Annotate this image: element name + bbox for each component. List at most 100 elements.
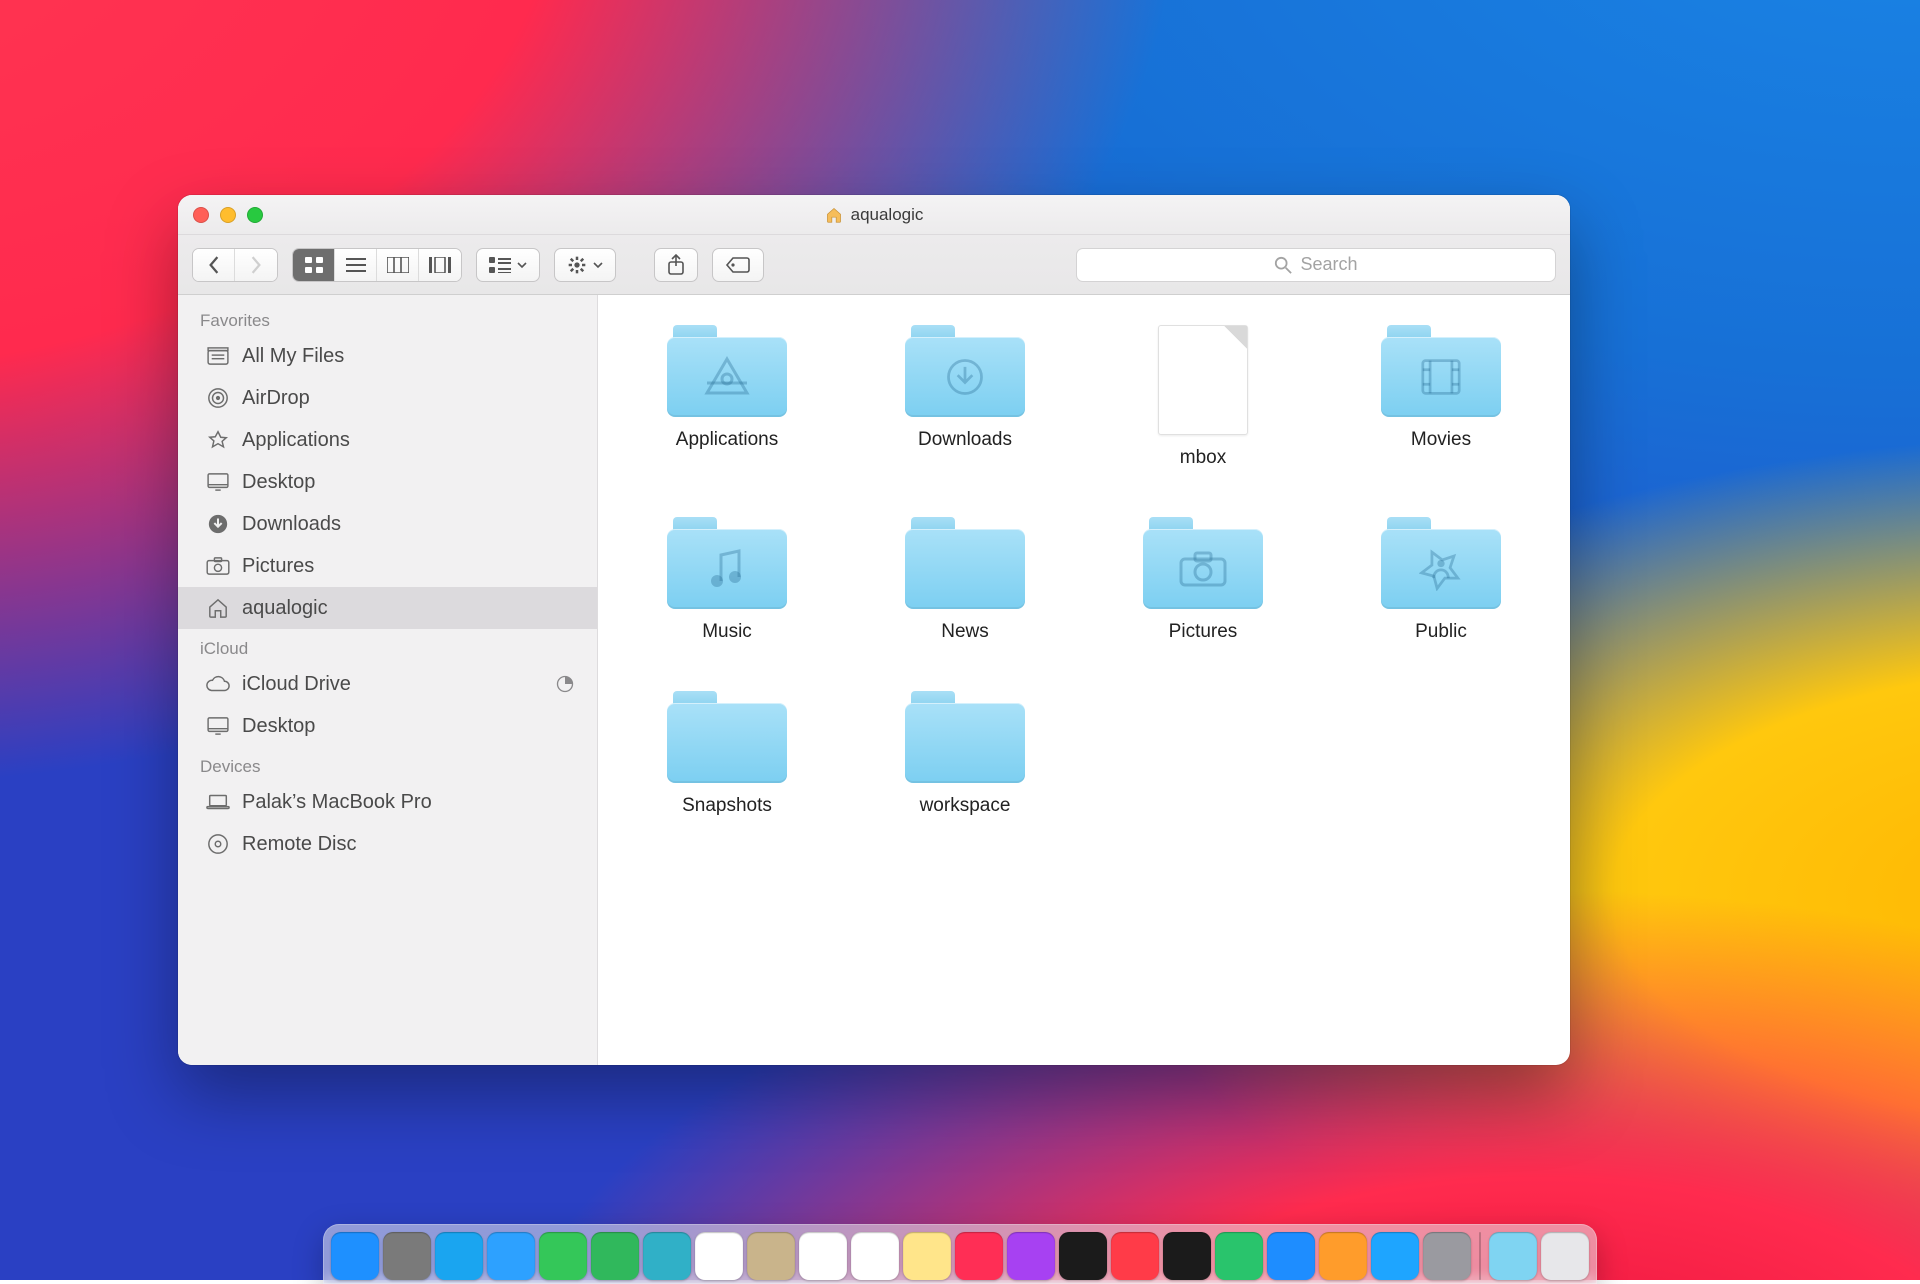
zoom-button[interactable] — [247, 207, 263, 223]
dock-trash-icon[interactable] — [1541, 1232, 1589, 1280]
dock-launchpad-icon[interactable] — [383, 1232, 431, 1280]
grid-item-label: Downloads — [918, 429, 1012, 451]
file-icon — [1158, 325, 1248, 435]
sidebar-item-desktop[interactable]: Desktop — [178, 461, 597, 503]
chevron-down-icon — [517, 261, 527, 269]
sidebar-item-label: Desktop — [242, 471, 315, 494]
sidebar-item-label: AirDrop — [242, 387, 310, 410]
sidebar-item-all-my-files[interactable]: All My Files — [178, 335, 597, 377]
search-icon — [1274, 256, 1292, 274]
minimize-button[interactable] — [220, 207, 236, 223]
sidebar: Favorites All My Files AirDrop Applications… — [178, 295, 598, 1065]
dock-keynote-icon[interactable] — [1267, 1232, 1315, 1280]
forward-button[interactable] — [235, 249, 277, 281]
dock-stocks-icon[interactable] — [1163, 1232, 1211, 1280]
sidebar-item-icloud-drive[interactable]: iCloud Drive — [178, 663, 597, 705]
search-field[interactable]: Search — [1076, 248, 1556, 282]
sidebar-item-label: Remote Disc — [242, 833, 356, 856]
content-area[interactable]: Applications Downloads mbox Movies Music News… — [598, 295, 1570, 1065]
applications-icon — [206, 429, 230, 451]
sidebar-item-label: Applications — [242, 429, 350, 452]
dock-podcasts-icon[interactable] — [1007, 1232, 1055, 1280]
grid-item[interactable]: Downloads — [866, 325, 1064, 469]
window-title-text: aqualogic — [851, 205, 924, 225]
folder-icon — [1381, 517, 1501, 609]
grid-item-label: workspace — [920, 795, 1011, 817]
grid-item[interactable]: News — [866, 517, 1064, 643]
dock — [323, 1224, 1597, 1284]
action-button[interactable] — [554, 248, 616, 282]
grid-item-label: News — [941, 621, 989, 643]
sidebar-item-aqualogic[interactable]: aqualogic — [178, 587, 597, 629]
dock-notes-icon[interactable] — [903, 1232, 951, 1280]
dock-maps-icon[interactable] — [643, 1232, 691, 1280]
grid-item[interactable]: Public — [1342, 517, 1540, 643]
grid-item[interactable]: Movies — [1342, 325, 1540, 469]
grid-item[interactable]: workspace — [866, 691, 1064, 817]
dock-finder-icon[interactable] — [331, 1232, 379, 1280]
sidebar-item-applications[interactable]: Applications — [178, 419, 597, 461]
sidebar-item-airdrop[interactable]: AirDrop — [178, 377, 597, 419]
dock-facetime-icon[interactable] — [591, 1232, 639, 1280]
sidebar-item-remote-disc[interactable]: Remote Disc — [178, 823, 597, 865]
chevron-down-icon — [593, 261, 603, 269]
dock-mail-icon[interactable] — [487, 1232, 535, 1280]
grid-item-label: Public — [1415, 621, 1467, 643]
dock-numbers-icon[interactable] — [1215, 1232, 1263, 1280]
grid-item[interactable]: Music — [628, 517, 826, 643]
pictures-icon — [206, 555, 230, 577]
sidebar-item-label: Desktop — [242, 715, 315, 738]
dock-divider — [1479, 1232, 1481, 1280]
share-icon — [667, 254, 685, 276]
grid-item[interactable]: Applications — [628, 325, 826, 469]
grid-item[interactable]: Pictures — [1104, 517, 1302, 643]
sidebar-item-label: iCloud Drive — [242, 673, 351, 696]
back-button[interactable] — [193, 249, 235, 281]
disc-icon — [206, 833, 230, 855]
folder-icon — [1143, 517, 1263, 609]
airdrop-icon — [206, 387, 230, 409]
dock-appstore-icon[interactable] — [1371, 1232, 1419, 1280]
sidebar-item-label: Downloads — [242, 513, 341, 536]
grid-item[interactable]: Snapshots — [628, 691, 826, 817]
dock-music-icon[interactable] — [955, 1232, 1003, 1280]
folder-icon — [905, 325, 1025, 417]
gallery-view-button[interactable] — [419, 249, 461, 281]
tags-button[interactable] — [712, 248, 764, 282]
folder-icon — [1381, 325, 1501, 417]
search-placeholder: Search — [1300, 254, 1357, 275]
sidebar-item-downloads[interactable]: Downloads — [178, 503, 597, 545]
sidebar-item-desktop[interactable]: Desktop — [178, 705, 597, 747]
sidebar-header: Favorites — [178, 301, 597, 335]
grid-item-label: Music — [702, 621, 752, 643]
dock-pages-icon[interactable] — [1319, 1232, 1367, 1280]
sidebar-item-label: Palak’s MacBook Pro — [242, 791, 432, 814]
share-button[interactable] — [654, 248, 698, 282]
sidebar-item-label: All My Files — [242, 345, 344, 368]
close-button[interactable] — [193, 207, 209, 223]
dock-safari-icon[interactable] — [435, 1232, 483, 1280]
dock-news-icon[interactable] — [1111, 1232, 1159, 1280]
group-button[interactable] — [476, 248, 540, 282]
dock-tv-icon[interactable] — [1059, 1232, 1107, 1280]
grid-item-label: Applications — [676, 429, 778, 451]
icloud-progress-icon — [555, 674, 575, 694]
sidebar-item-pictures[interactable]: Pictures — [178, 545, 597, 587]
dock-settings-icon[interactable] — [1423, 1232, 1471, 1280]
grid-item[interactable]: mbox — [1104, 325, 1302, 469]
list-view-button[interactable] — [335, 249, 377, 281]
icon-view-button[interactable] — [293, 249, 335, 281]
sidebar-header-label: iCloud — [200, 639, 248, 658]
column-view-button[interactable] — [377, 249, 419, 281]
dock-messages-icon[interactable] — [539, 1232, 587, 1280]
dock-contacts-icon[interactable] — [747, 1232, 795, 1280]
titlebar[interactable]: aqualogic — [178, 195, 1570, 235]
dock-reminders-icon[interactable] — [851, 1232, 899, 1280]
sidebar-item-palak-s-macbook-pro[interactable]: Palak’s MacBook Pro — [178, 781, 597, 823]
dock-photos-icon[interactable] — [695, 1232, 743, 1280]
dock-folder-icon[interactable] — [1489, 1232, 1537, 1280]
home-icon — [825, 207, 843, 223]
all-my-files-icon — [206, 345, 230, 367]
dock-calendar-icon[interactable] — [799, 1232, 847, 1280]
window-title: aqualogic — [178, 205, 1570, 225]
